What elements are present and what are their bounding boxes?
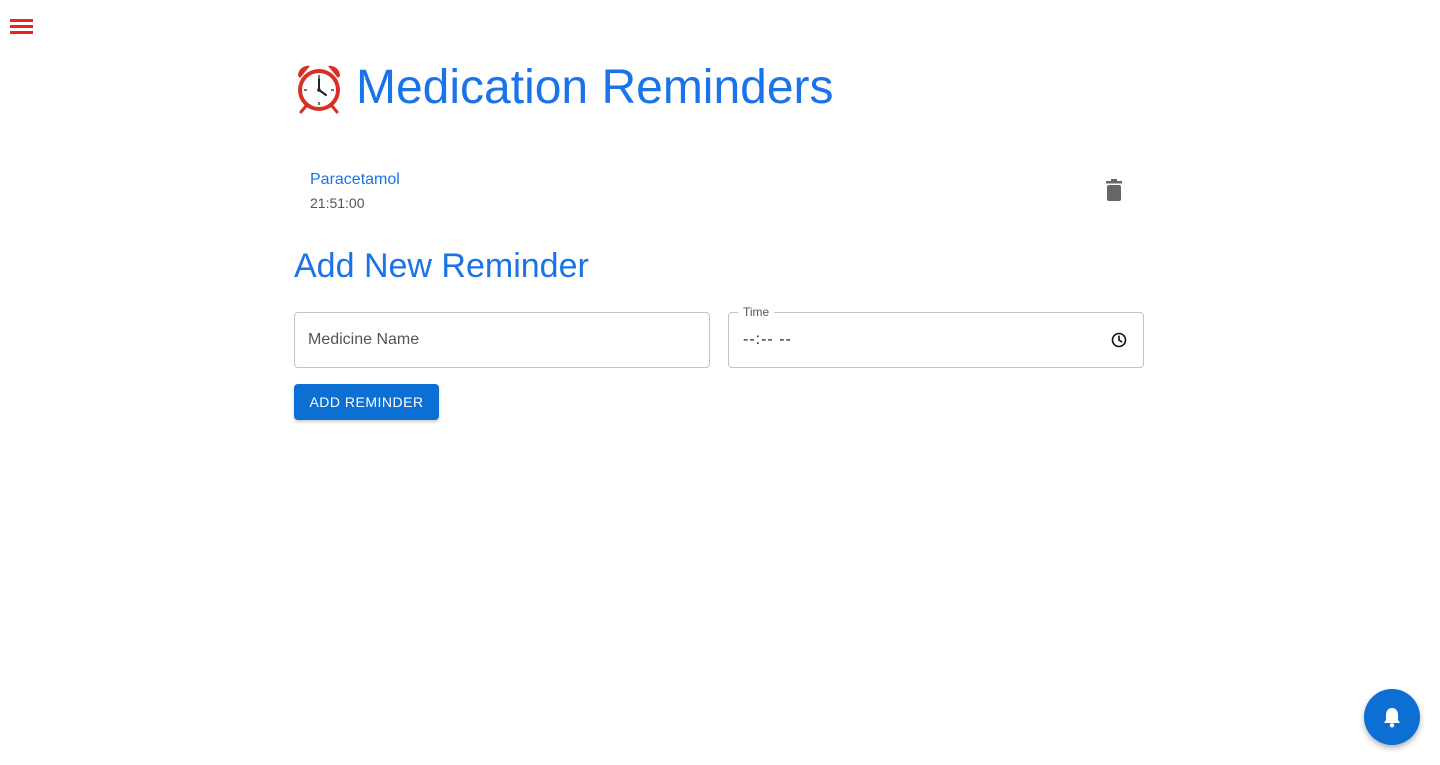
- menu-bar: [10, 25, 33, 28]
- time-label: Time: [738, 304, 775, 320]
- medicine-name-field[interactable]: Medicine Name: [294, 312, 710, 368]
- page-title: Medication Reminders: [294, 58, 834, 118]
- hamburger-menu-icon[interactable]: [10, 17, 34, 35]
- time-value: --:-- --: [743, 331, 792, 348]
- notifications-fab[interactable]: [1364, 689, 1420, 745]
- medicine-name-placeholder: Medicine Name: [308, 331, 420, 348]
- add-reminder-heading: Add New Reminder: [294, 247, 589, 285]
- page-title-text: Medication Reminders: [356, 61, 834, 114]
- reminder-list-item: Paracetamol 21:51:00: [294, 163, 1146, 219]
- menu-bar: [10, 19, 33, 22]
- time-field[interactable]: Time --:-- --: [728, 304, 1144, 368]
- reminder-time: 21:51:00: [310, 195, 365, 211]
- menu-bar: [10, 31, 33, 34]
- bell-icon: [1384, 708, 1400, 728]
- delete-reminder-button[interactable]: [1102, 177, 1126, 203]
- add-reminder-button[interactable]: ADD REMINDER: [294, 384, 439, 420]
- reminder-name: Paracetamol: [310, 171, 400, 188]
- trash-icon: [1106, 179, 1122, 201]
- alarm-clock-icon: [297, 65, 341, 114]
- clock-icon[interactable]: [1111, 332, 1127, 348]
